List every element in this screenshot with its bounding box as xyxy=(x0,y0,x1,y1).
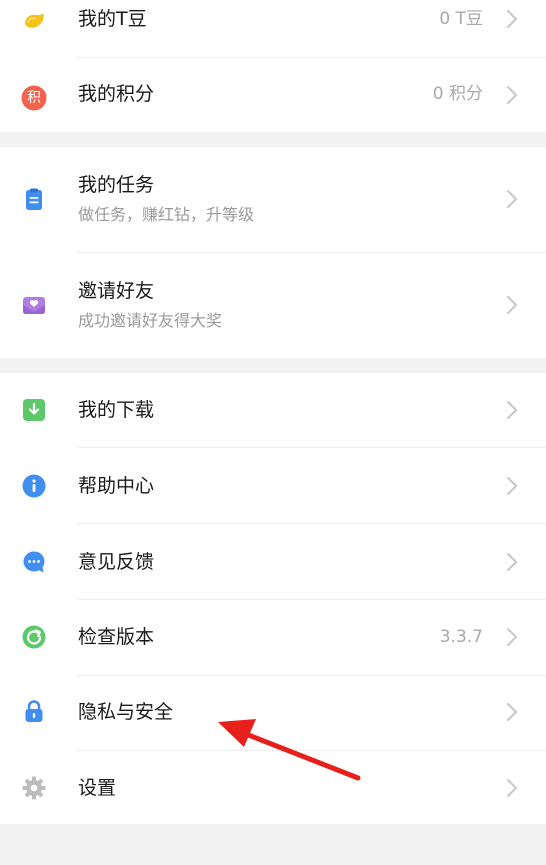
menu-item-title: 邀请好友 xyxy=(78,280,155,302)
menu-item-my-tasks[interactable]: 我的任务 做任务，赚红钻，升等级 xyxy=(0,147,546,252)
chevron-right-icon xyxy=(507,401,517,419)
download-icon xyxy=(22,398,46,422)
menu-item-feedback[interactable]: 意见反馈 xyxy=(0,524,546,599)
menu-item-points[interactable]: 积 我的积分 0 积分 xyxy=(0,58,546,132)
info-icon xyxy=(22,474,46,498)
chevron-right-icon xyxy=(507,703,517,721)
menu-item-title: 帮助中心 xyxy=(78,475,155,497)
bean-icon xyxy=(22,8,46,32)
menu-item-check-version[interactable]: 检查版本 3.3.7 xyxy=(0,600,546,675)
chevron-right-icon xyxy=(507,86,517,104)
points-balance: 0 积分 xyxy=(432,84,483,104)
menu-item-help-center[interactable]: 帮助中心 xyxy=(0,448,546,523)
chevron-right-icon xyxy=(507,190,517,208)
menu-item-t-beans[interactable]: 我的T豆 0 T豆 xyxy=(0,0,546,57)
lock-icon xyxy=(22,699,46,723)
gear-icon xyxy=(22,776,46,800)
invite-heart-icon xyxy=(22,293,46,317)
menu-item-title: 隐私与安全 xyxy=(78,701,174,723)
menu-item-settings[interactable]: 设置 xyxy=(0,751,546,824)
chat-bubble-icon xyxy=(22,550,46,574)
chevron-right-icon xyxy=(507,553,517,571)
account-assets-group: 我的T豆 0 T豆 积 我的积分 0 积分 xyxy=(0,0,546,132)
clipboard-icon xyxy=(22,187,46,211)
t-bean-balance: 0 T豆 xyxy=(439,9,483,29)
settings-group: 我的下载 帮助中心 意见反馈 检查版本 3.3.7 隐私与安全 设置 xyxy=(0,373,546,824)
chevron-right-icon xyxy=(507,296,517,314)
refresh-icon xyxy=(22,625,46,649)
menu-item-title: 意见反馈 xyxy=(78,551,155,573)
menu-item-title: 我的下载 xyxy=(78,399,155,421)
menu-item-invite-friends[interactable]: 邀请好友 成功邀请好友得大奖 xyxy=(0,253,546,358)
points-icon-glyph: 积 xyxy=(27,90,41,106)
app-version: 3.3.7 xyxy=(439,627,483,647)
menu-item-title: 设置 xyxy=(78,777,117,799)
menu-item-subtitle: 成功邀请好友得大奖 xyxy=(78,311,223,330)
chevron-right-icon xyxy=(507,10,517,28)
menu-item-title: 我的积分 xyxy=(78,83,155,105)
tasks-group: 我的任务 做任务，赚红钻，升等级 邀请好友 成功邀请好友得大奖 xyxy=(0,147,546,358)
menu-item-title: 我的任务 xyxy=(78,174,155,196)
chevron-right-icon xyxy=(507,779,517,797)
menu-item-my-downloads[interactable]: 我的下载 xyxy=(0,373,546,447)
menu-item-title: 我的T豆 xyxy=(78,8,147,30)
menu-item-subtitle: 做任务，赚红钻，升等级 xyxy=(78,205,255,224)
menu-item-title: 检查版本 xyxy=(78,626,155,648)
chevron-right-icon xyxy=(507,477,517,495)
points-icon: 积 xyxy=(20,84,48,112)
menu-item-privacy-security[interactable]: 隐私与安全 xyxy=(0,676,546,750)
chevron-right-icon xyxy=(507,628,517,646)
